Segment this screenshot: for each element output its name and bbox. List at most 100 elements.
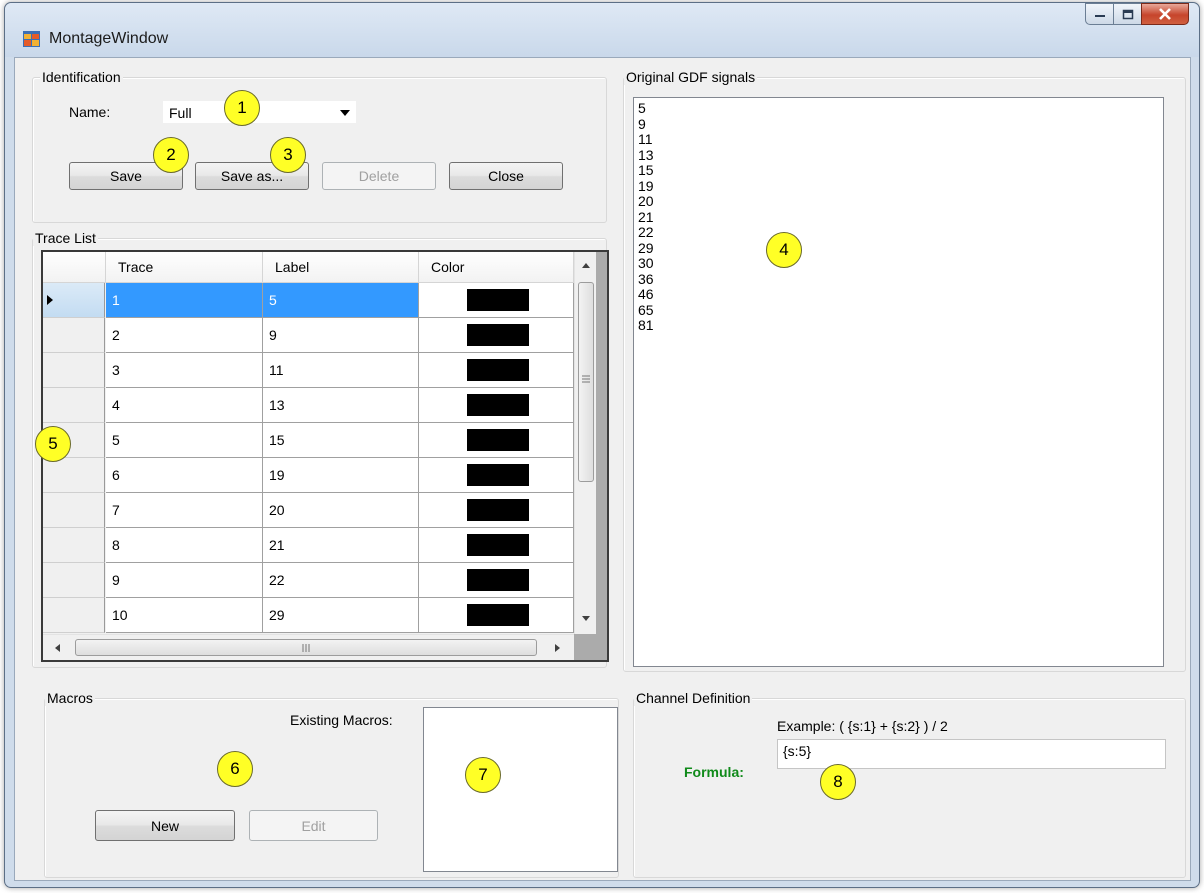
close-button[interactable]: Close xyxy=(449,162,563,190)
row-header[interactable] xyxy=(43,458,105,493)
grid-cell-color[interactable] xyxy=(419,423,574,458)
grid-cell-trace[interactable]: 3 xyxy=(106,353,263,388)
grid-cell-label[interactable]: 13 xyxy=(263,388,419,423)
grid-cell-label[interactable]: 20 xyxy=(263,493,419,528)
maximize-button[interactable] xyxy=(1113,3,1141,25)
existing-macros-label: Existing Macros: xyxy=(290,712,393,728)
grid-horizontal-scroll-thumb[interactable] xyxy=(75,639,537,656)
grid-cell-color[interactable] xyxy=(419,318,574,353)
callout-8: 8 xyxy=(820,764,856,800)
signal-list-item[interactable]: 30 xyxy=(634,255,1163,272)
signal-list-item[interactable]: 81 xyxy=(634,317,1163,334)
grid-cell-color[interactable] xyxy=(419,353,574,388)
grid-cell-trace[interactable]: 9 xyxy=(106,563,263,598)
grid-cell-trace[interactable]: 2 xyxy=(106,318,263,353)
chevron-down-icon xyxy=(340,110,350,116)
row-header[interactable] xyxy=(43,353,105,388)
grid-cell-trace[interactable]: 8 xyxy=(106,528,263,563)
column-header-trace[interactable]: Trace xyxy=(106,252,263,283)
grid-cell-color[interactable] xyxy=(419,388,574,423)
minimize-icon xyxy=(1094,15,1105,17)
original-signals-listbox[interactable]: 5 9 11 13 15 19 20 21 22 29 30 36 46 65 81 xyxy=(633,97,1164,667)
grid-cell-trace[interactable]: 1 xyxy=(106,283,263,318)
identification-group-label: Identification xyxy=(40,69,123,85)
callout-6: 6 xyxy=(217,751,253,787)
row-header[interactable] xyxy=(43,563,105,598)
signal-list-item[interactable]: 15 xyxy=(634,162,1163,179)
signal-list-item[interactable]: 22 xyxy=(634,224,1163,241)
scroll-right-icon[interactable] xyxy=(555,644,560,652)
title-bar[interactable]: MontageWindow xyxy=(5,3,1199,57)
grid-cell-trace[interactable]: 7 xyxy=(106,493,263,528)
row-header[interactable] xyxy=(43,283,105,318)
column-header-label[interactable]: Label xyxy=(263,252,419,283)
row-header[interactable] xyxy=(43,528,105,563)
column-header-color[interactable]: Color xyxy=(419,252,574,283)
delete-button[interactable]: Delete xyxy=(322,162,436,190)
grid-cell-trace[interactable]: 6 xyxy=(106,458,263,493)
grid-cell-color[interactable] xyxy=(419,458,574,493)
grid-cell-label[interactable]: 15 xyxy=(263,423,419,458)
edit-macro-button[interactable]: Edit xyxy=(249,810,378,841)
formula-input-value: {s:5} xyxy=(783,743,812,759)
grid-cell-label[interactable]: 22 xyxy=(263,563,419,598)
signal-list-item[interactable]: 9 xyxy=(634,116,1163,133)
grid-cell-trace[interactable]: 10 xyxy=(106,598,263,633)
callout-5: 5 xyxy=(35,426,71,462)
trace-list-group-label: Trace List xyxy=(33,230,98,246)
grid-cell-color[interactable] xyxy=(419,283,574,318)
grid-vertical-scroll-thumb[interactable] xyxy=(578,282,594,482)
scroll-down-icon[interactable] xyxy=(582,616,590,621)
macros-group-label: Macros xyxy=(45,690,95,706)
grid-vertical-scrollbar[interactable] xyxy=(574,252,596,634)
callout-7: 7 xyxy=(465,757,501,793)
grid-cell-color[interactable] xyxy=(419,563,574,598)
formula-example-text: Example: ( {s:1} + {s:2} ) / 2 xyxy=(777,718,948,734)
callout-4: 4 xyxy=(766,232,802,268)
color-swatch xyxy=(467,324,529,346)
color-swatch xyxy=(467,429,529,451)
app-icon xyxy=(23,31,40,47)
grid-cell-label[interactable]: 29 xyxy=(263,598,419,633)
row-header[interactable] xyxy=(43,388,105,423)
trace-grid[interactable]: Trace Label Color 1 5 2 9 3 11 4 13 5 15 6 19 7 20 8 21… xyxy=(41,250,609,662)
existing-macros-listbox[interactable] xyxy=(423,707,618,872)
scroll-up-icon[interactable] xyxy=(582,263,590,268)
grid-cell-label[interactable]: 21 xyxy=(263,528,419,563)
minimize-button[interactable] xyxy=(1085,3,1113,25)
signal-list-item[interactable]: 46 xyxy=(634,286,1163,303)
color-swatch xyxy=(467,359,529,381)
close-window-button[interactable] xyxy=(1141,3,1189,25)
grid-cell-color[interactable] xyxy=(419,598,574,633)
signal-list-item[interactable]: 21 xyxy=(634,209,1163,226)
signal-list-item[interactable]: 20 xyxy=(634,193,1163,210)
signal-list-item[interactable]: 36 xyxy=(634,271,1163,288)
grid-horizontal-scrollbar[interactable] xyxy=(43,634,574,660)
grid-cell-label[interactable]: 9 xyxy=(263,318,419,353)
grid-cell-color[interactable] xyxy=(419,528,574,563)
row-header[interactable] xyxy=(43,493,105,528)
grip-icon xyxy=(582,375,590,383)
new-macro-button[interactable]: New xyxy=(95,810,235,841)
row-header[interactable] xyxy=(43,318,105,353)
row-header[interactable] xyxy=(43,598,105,633)
grid-cell-color[interactable] xyxy=(419,493,574,528)
signal-list-item[interactable]: 11 xyxy=(634,131,1163,148)
scroll-left-icon[interactable] xyxy=(55,644,60,652)
grid-cell-label[interactable]: 19 xyxy=(263,458,419,493)
grid-corner-header xyxy=(43,252,106,283)
signal-list-item[interactable]: 5 xyxy=(634,100,1163,117)
signal-list-item[interactable]: 29 xyxy=(634,240,1163,257)
signal-list-item[interactable]: 19 xyxy=(634,178,1163,195)
channel-definition-group-label: Channel Definition xyxy=(634,690,753,706)
callout-2: 2 xyxy=(153,137,189,173)
grid-cell-label[interactable]: 5 xyxy=(263,283,419,318)
signal-list-item[interactable]: 13 xyxy=(634,147,1163,164)
color-swatch xyxy=(467,569,529,591)
callout-3: 3 xyxy=(270,137,306,173)
signal-list-item[interactable]: 65 xyxy=(634,302,1163,319)
grid-cell-label[interactable]: 11 xyxy=(263,353,419,388)
grid-cell-trace[interactable]: 5 xyxy=(106,423,263,458)
color-swatch xyxy=(467,499,529,521)
grid-cell-trace[interactable]: 4 xyxy=(106,388,263,423)
